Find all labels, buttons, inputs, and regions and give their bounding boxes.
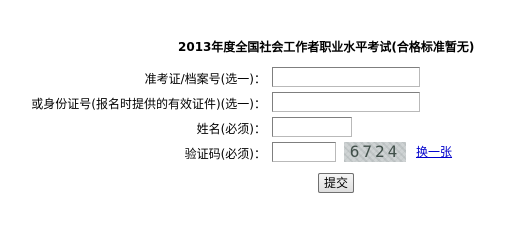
ticket-number-input[interactable]	[272, 67, 420, 87]
captcha-input[interactable]	[272, 142, 336, 162]
submit-button[interactable]: 提交	[318, 173, 354, 193]
name-input[interactable]	[272, 117, 352, 137]
refresh-captcha-link[interactable]: 换一张	[416, 143, 452, 160]
captcha-label: 验证码(必须)：	[184, 147, 266, 161]
id-number-input[interactable]	[272, 92, 420, 112]
name-label: 姓名(必须)：	[196, 122, 266, 136]
id-number-label: 或身份证号(报名时提供的有效证件)(选一)：	[31, 97, 266, 111]
captcha-image: 6724	[344, 142, 406, 162]
page-title: 2013年度全国社会工作者职业水平考试(合格标准暂无)	[178, 40, 475, 54]
ticket-label: 准考证/档案号(选一)：	[144, 72, 266, 86]
